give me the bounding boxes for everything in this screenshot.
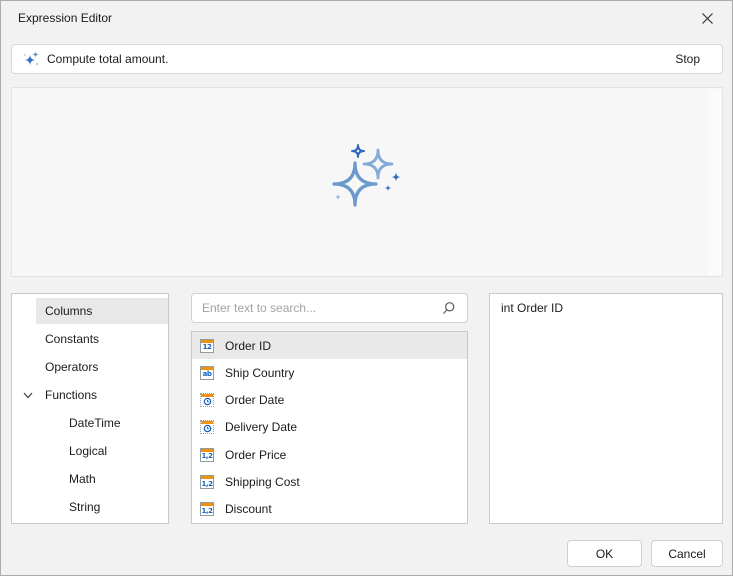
tree-item-math[interactable]: Math (12, 465, 168, 493)
expression-text-panel[interactable]: int Order ID (489, 293, 723, 524)
tree-item-label: Columns (45, 304, 93, 318)
chevron-down-icon[interactable] (22, 389, 34, 401)
list-item-label: Order Date (225, 393, 285, 408)
expression-preview-panel (11, 87, 723, 277)
decimal-column-icon: 1,2 (200, 475, 214, 490)
tree-item-label: Constants (45, 332, 100, 346)
list-item-label: Order ID (225, 338, 272, 353)
clock-icon (203, 425, 211, 433)
list-item-label: Shipping Cost (225, 475, 300, 490)
ok-button[interactable]: OK (567, 540, 642, 567)
list-item-label: Order Price (225, 447, 287, 462)
list-item-order-id[interactable]: 12 Order ID (192, 332, 467, 360)
tree-item-operators[interactable]: Operators (12, 353, 168, 381)
tree-item-columns[interactable]: Columns (12, 297, 168, 325)
tree-item-label: DateTime (69, 416, 121, 430)
close-icon (701, 12, 713, 24)
list-item-order-price[interactable]: 1,2 Order Price (192, 441, 467, 468)
column-list: 12 Order ID ab Ship Country Order Date D… (191, 331, 468, 524)
list-item-label: Ship Country (225, 365, 295, 380)
list-item-ship-country[interactable]: ab Ship Country (192, 359, 467, 386)
tree-item-logical[interactable]: Logical (12, 437, 168, 465)
list-item-order-date[interactable]: Order Date (192, 387, 467, 414)
dialog-title: Expression Editor (18, 11, 113, 25)
date-column-icon (200, 393, 214, 408)
decimal-column-icon: 1,2 (200, 502, 214, 517)
list-item-delivery-date[interactable]: Delivery Date (192, 414, 467, 441)
tree-item-label: String (69, 500, 101, 514)
search-input[interactable] (192, 301, 441, 315)
tree-item-label: Math (69, 472, 96, 486)
ai-sparkles-illustration (332, 144, 401, 207)
search-icon[interactable] (441, 301, 456, 316)
clock-icon (203, 397, 211, 406)
search-box (191, 293, 468, 323)
expression-text: int Order ID (501, 301, 564, 315)
tree-item-label: Logical (69, 444, 108, 458)
list-item-label: Discount (225, 502, 272, 517)
int-column-icon: 12 (200, 338, 214, 353)
ai-prompt-text: Compute total amount. (47, 52, 169, 66)
close-button[interactable] (693, 5, 721, 31)
date-column-icon (200, 420, 214, 435)
string-column-icon: ab (200, 365, 214, 380)
stop-button[interactable]: Stop (667, 49, 708, 69)
category-tree: Columns Constants Operators Functions Da… (11, 293, 169, 524)
list-item-label: Delivery Date (225, 420, 298, 435)
ai-prompt-bar: Compute total amount. Stop (11, 44, 723, 74)
tree-item-functions[interactable]: Functions (12, 381, 168, 409)
decimal-column-icon: 1,2 (200, 447, 214, 462)
tree-item-constants[interactable]: Constants (12, 325, 168, 353)
tree-item-datetime[interactable]: DateTime (12, 409, 168, 437)
tree-item-label: Functions (45, 388, 98, 402)
list-item-shipping-cost[interactable]: 1,2 Shipping Cost (192, 468, 467, 495)
cancel-button[interactable]: Cancel (651, 540, 723, 567)
preview-scrollbar-track[interactable] (708, 89, 721, 275)
expression-editor-dialog: Expression Editor Compute total amount. … (0, 0, 733, 576)
ai-sparkle-icon (23, 51, 39, 66)
list-item-discount[interactable]: 1,2 Discount (192, 496, 467, 523)
tree-item-label: Operators (45, 360, 99, 374)
tree-item-string[interactable]: String (12, 493, 168, 521)
